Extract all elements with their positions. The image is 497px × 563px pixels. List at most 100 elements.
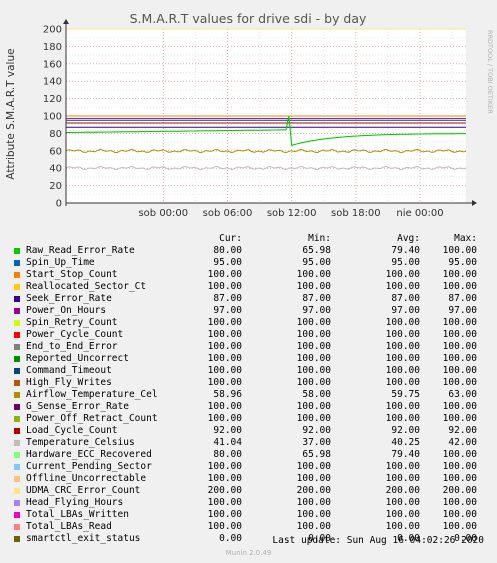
- legend-series-name: Reallocated_Sector_Ct: [26, 281, 147, 292]
- legend-min: 100.00: [296, 377, 331, 388]
- x-tick-label: sob 18:00: [331, 208, 381, 219]
- legend-max: 100.00: [442, 329, 477, 340]
- legend-swatch: [14, 524, 20, 530]
- legend-cur: 100.00: [207, 269, 242, 280]
- legend-min: 100.00: [296, 509, 331, 520]
- legend-max: 100.00: [442, 449, 477, 460]
- x-tick-label: sob 06:00: [203, 208, 253, 219]
- legend-min: 37.00: [302, 437, 331, 448]
- legend-series-name: Total_LBAs_Written: [26, 509, 129, 520]
- legend-row: Spin_Up_Time 95.00 95.00 95.00 95.00: [12, 257, 490, 269]
- legend-max: 100.00: [442, 473, 477, 484]
- legend-min: 100.00: [296, 413, 331, 424]
- legend-cur: 100.00: [207, 365, 242, 376]
- legend-swatch: [14, 464, 20, 470]
- legend-row: UDMA_CRC_Error_Count 200.00 200.00 200.00 20…: [12, 485, 490, 497]
- legend-min: 100.00: [296, 365, 331, 376]
- legend-min: 100.00: [296, 341, 331, 352]
- legend-max: 100.00: [442, 245, 477, 256]
- legend-row: Load_Cycle_Count 92.00 92.00 92.00 92.00: [12, 425, 490, 437]
- legend-row: Temperature_Celsius 41.04 37.00 40.25 42.00: [12, 437, 490, 449]
- legend-swatch: [14, 344, 20, 350]
- y-tick-label: 200: [43, 25, 62, 36]
- rrdtool-watermark: RRDTOOL / TOBI OETIKER: [486, 30, 494, 114]
- legend-swatch: [14, 428, 20, 434]
- legend-max: 63.00: [448, 389, 477, 400]
- legend-min: 95.00: [302, 257, 331, 268]
- legend-row: Hardware_ECC_Recovered 80.00 65.98 79.40 100…: [12, 449, 490, 461]
- legend-max: 100.00: [442, 377, 477, 388]
- legend-swatch: [14, 356, 20, 362]
- legend-min: 100.00: [296, 269, 331, 280]
- legend-row: End_to_End_Error 100.00 100.00 100.00 100.00: [12, 341, 490, 353]
- legend-swatch: [14, 476, 20, 482]
- legend-row: Offline_Uncorrectable 100.00 100.00 100.00 1…: [12, 473, 490, 485]
- legend-series-name: UDMA_CRC_Error_Count: [26, 485, 141, 496]
- legend-series-name: Reported_Uncorrect: [26, 353, 129, 364]
- legend-min: 100.00: [296, 317, 331, 328]
- legend-row: Current_Pending_Sector 100.00 100.00 100.00…: [12, 461, 490, 473]
- legend-series-name: End_to_End_Error: [26, 341, 118, 352]
- legend-row: Seek_Error_Rate 87.00 87.00 87.00 87.00: [12, 293, 490, 305]
- last-update: Last update: Sun Aug 16 04:02:26 2020: [272, 535, 484, 546]
- legend-swatch: [14, 536, 20, 542]
- legend-series-name: Seek_Error_Rate: [26, 293, 112, 304]
- legend-cur: 80.00: [213, 449, 242, 460]
- legend-cur: 100.00: [207, 329, 242, 340]
- legend-min: 65.98: [302, 449, 331, 460]
- legend-series-name: Offline_Uncorrectable: [26, 473, 147, 484]
- legend-row: Power_On_Hours 97.00 97.00 97.00 97.00: [12, 305, 490, 317]
- legend-series-name: Command_Timeout: [26, 365, 112, 376]
- legend-series-name: smartctl_exit_status: [26, 533, 141, 544]
- x-axis-arrow: [472, 200, 477, 206]
- legend-header-min: Min:: [308, 233, 331, 244]
- legend-cur: 92.00: [213, 425, 242, 436]
- legend: Cur: Min: Avg: Max: Raw_Read_Error_Rate 8…: [12, 233, 490, 545]
- legend-cur: 58.96: [213, 389, 242, 400]
- y-tick-label: 20: [49, 181, 62, 192]
- x-tick-label: sob 00:00: [138, 208, 188, 219]
- legend-header: Cur: Min: Avg: Max:: [12, 233, 490, 245]
- legend-max: 95.00: [448, 257, 477, 268]
- legend-series-name: Temperature_Celsius: [26, 437, 135, 448]
- legend-row: Start_Stop_Count 100.00 100.00 100.00 100.00: [12, 269, 490, 281]
- legend-series-name: Spin_Retry_Count: [26, 317, 118, 328]
- legend-cur: 100.00: [207, 509, 242, 520]
- legend-min: 100.00: [296, 473, 331, 484]
- y-tick-label: 160: [43, 59, 62, 70]
- legend-header-max: Max:: [454, 233, 477, 244]
- legend-min: 100.00: [296, 461, 331, 472]
- legend-series-name: Hardware_ECC_Recovered: [26, 449, 152, 460]
- legend-swatch: [14, 392, 20, 398]
- legend-cur: 41.04: [213, 437, 242, 448]
- y-tick-label: 80: [49, 129, 62, 140]
- legend-min: 65.98: [302, 245, 331, 256]
- legend-swatch: [14, 308, 20, 314]
- legend-min: 87.00: [302, 293, 331, 304]
- legend-swatch: [14, 320, 20, 326]
- legend-series-name: Head_Flying_Hours: [26, 497, 124, 508]
- legend-series-name: Power_Cycle_Count: [26, 329, 124, 340]
- legend-max: 100.00: [442, 461, 477, 472]
- legend-row: High_Fly_Writes 100.00 100.00 100.00 100.00: [12, 377, 490, 389]
- legend-min: 100.00: [296, 497, 331, 508]
- legend-cur: 100.00: [207, 401, 242, 412]
- legend-max: 42.00: [448, 437, 477, 448]
- legend-min: 58.00: [302, 389, 331, 400]
- legend-cur: 200.00: [207, 485, 242, 496]
- legend-swatch: [14, 380, 20, 386]
- legend-row: Power_Off_Retract_Count 100.00 100.00 100.0…: [12, 413, 490, 425]
- legend-series-name: High_Fly_Writes: [26, 377, 112, 388]
- legend-swatch: [14, 260, 20, 266]
- chart: S.M.A.R.T values for drive sdi - by day …: [5, 11, 477, 219]
- chart-title: S.M.A.R.T values for drive sdi - by day: [130, 11, 367, 26]
- legend-swatch: [14, 488, 20, 494]
- legend-max: 100.00: [442, 413, 477, 424]
- legend-series-name: Power_On_Hours: [26, 305, 107, 316]
- legend-min: 100.00: [296, 353, 331, 364]
- legend-min: 100.00: [296, 521, 331, 532]
- legend-max: 100.00: [442, 341, 477, 352]
- legend-series-name: Airflow_Temperature_Cel: [26, 389, 158, 400]
- legend-series-name: Start_Stop_Count: [26, 269, 118, 280]
- legend-swatch: [14, 500, 20, 506]
